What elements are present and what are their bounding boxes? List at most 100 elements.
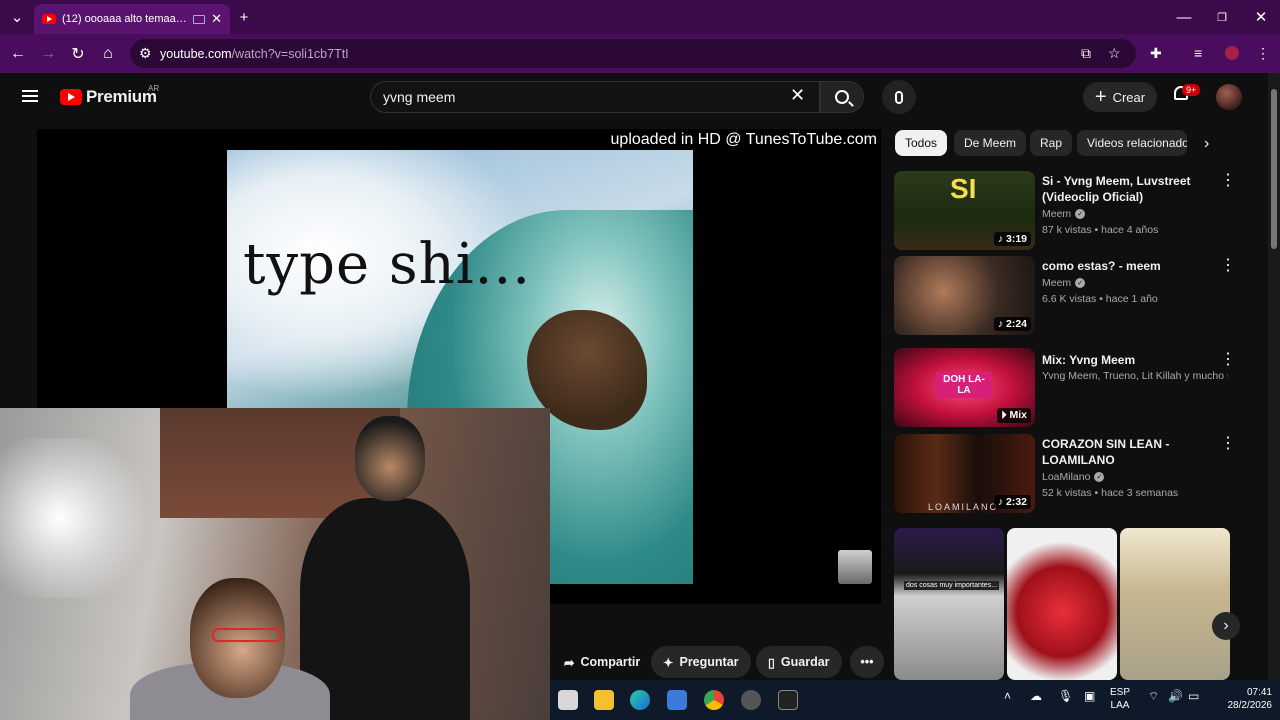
short-thumbnail[interactable]: [1120, 528, 1230, 680]
video-title[interactable]: como estas? - meem: [1042, 258, 1212, 274]
display-icon[interactable]: ▣: [1084, 690, 1095, 703]
site-info-icon[interactable]: ⚙: [139, 45, 152, 62]
chevron-right-icon: ›: [1223, 617, 1229, 634]
verified-icon: ✓: [1075, 209, 1086, 219]
create-button[interactable]: + Crear: [1083, 82, 1157, 112]
tab-close-icon[interactable]: ✕: [211, 11, 222, 27]
chips-next-icon[interactable]: ›: [1204, 135, 1209, 153]
video-title[interactable]: CORAZON SIN LEAN - LOAMILANO: [1042, 436, 1212, 468]
account-avatar[interactable]: [1216, 84, 1242, 110]
chrome-icon[interactable]: [704, 690, 724, 710]
chip-videos-relacionados[interactable]: Videos relacionado: [1077, 130, 1187, 156]
save-label: Guardar: [780, 655, 830, 669]
voice-search-button[interactable]: [882, 80, 916, 114]
more-options-icon[interactable]: ⋮: [1220, 173, 1236, 189]
scrollbar-thumb[interactable]: [1271, 89, 1277, 249]
video-title[interactable]: Mix: Yvng Meem: [1042, 352, 1212, 368]
channel-name[interactable]: Yvng Meem, Trueno, Lit Killah y mucho s.…: [1042, 370, 1228, 382]
video-thumbnail[interactable]: DOH LA-LA ⏵ Mix: [894, 348, 1035, 427]
maximize-button[interactable]: ❐: [1211, 6, 1233, 28]
channel-name[interactable]: Meem ✓: [1042, 277, 1086, 289]
file-icon[interactable]: [558, 690, 578, 710]
obs-icon[interactable]: [741, 690, 761, 710]
volume-icon[interactable]: 🔊: [1168, 690, 1183, 703]
edge-icon[interactable]: [630, 690, 650, 710]
extensions-icon[interactable]: ✚: [1150, 45, 1162, 62]
channel-name[interactable]: Meem ✓: [1042, 208, 1086, 220]
clock-date: 28/2/2026: [1227, 700, 1273, 711]
youtube-header: Premium AR yvng meem ✕ + Crear 9+: [0, 73, 1268, 123]
browser-tab[interactable]: (12) oooaaa alto temaa.mp ✕: [34, 4, 230, 34]
tray-overflow-icon[interactable]: ˄: [1004, 690, 1011, 703]
list-item[interactable]: LOAMILANO ♪ 2:32 CORAZON SIN LEAN - LOAM…: [894, 434, 1236, 514]
url-input[interactable]: youtube.com/watch?v=soli1cb7TtI: [130, 39, 1136, 68]
channel-watermark[interactable]: [838, 550, 872, 584]
duration-badge: ♪ 3:19: [993, 232, 1031, 246]
page-scrollbar[interactable]: [1268, 73, 1280, 680]
store-icon[interactable]: [667, 690, 687, 710]
share-icon: ➦: [564, 655, 575, 670]
folder-icon[interactable]: [594, 690, 614, 710]
chip-todos[interactable]: Todos: [895, 130, 948, 156]
chip-de-meem[interactable]: De Meem: [954, 130, 1027, 156]
more-options-icon[interactable]: ⋮: [1220, 436, 1236, 452]
video-title[interactable]: Si - Yvng Meem, Luvstreet (Videoclip Ofi…: [1042, 173, 1212, 205]
home-icon[interactable]: ⌂: [96, 42, 120, 66]
microphone-icon: [895, 90, 903, 104]
search-button[interactable]: [820, 81, 864, 113]
epic-games-icon[interactable]: [778, 690, 798, 710]
more-options-icon[interactable]: ⋮: [1220, 352, 1236, 368]
mic-tray-icon[interactable]: 🎙: [1058, 690, 1073, 703]
tab-search-button[interactable]: ⌄: [6, 6, 28, 28]
search-input[interactable]: yvng meem: [370, 81, 820, 113]
new-tab-button[interactable]: +: [233, 6, 255, 28]
browser-menu-icon[interactable]: ⋮: [1256, 45, 1270, 62]
short-thumbnail[interactable]: [1007, 528, 1117, 680]
menu-icon[interactable]: [22, 90, 38, 102]
verified-icon: ✓: [1075, 278, 1086, 288]
browser-tab-bar: ⌄ (12) oooaaa alto temaa.mp ✕ + — ❐ ✕: [0, 0, 1280, 34]
reload-button[interactable]: ↻: [66, 42, 90, 66]
onedrive-icon[interactable]: ☁: [1030, 690, 1042, 703]
back-button[interactable]: ←: [6, 42, 30, 66]
video-thumbnail[interactable]: ♪ 2:24: [894, 256, 1035, 335]
ask-button[interactable]: ✦ Preguntar: [651, 646, 751, 678]
profile-avatar[interactable]: [1225, 46, 1239, 60]
plus-icon: +: [1094, 86, 1107, 108]
minimize-button[interactable]: —: [1173, 6, 1195, 28]
share-button[interactable]: ➦ Compartir: [552, 646, 652, 678]
forward-button[interactable]: →: [36, 42, 60, 66]
video-thumbnail[interactable]: SI ♪ 3:19: [894, 171, 1035, 250]
battery-icon[interactable]: ▭: [1188, 690, 1199, 703]
clock[interactable]: 07:41 28/2/2026: [1222, 686, 1273, 712]
window-close-button[interactable]: ✕: [1250, 6, 1272, 28]
url-path: /watch?v=soli1cb7TtI: [231, 46, 349, 61]
channel-label: Yvng Meem, Trueno, Lit Killah y mucho s.…: [1042, 370, 1228, 382]
save-button[interactable]: ▯ Guardar: [756, 646, 842, 678]
more-actions-button[interactable]: •••: [850, 646, 884, 678]
install-app-icon[interactable]: ⧉: [1081, 45, 1091, 62]
list-item[interactable]: ♪ 2:24 como estas? - meem Meem ✓ 6.6 K vi…: [894, 256, 1236, 336]
language-indicator[interactable]: ESP LAA: [1110, 686, 1130, 712]
search-icon: [835, 90, 849, 104]
video-thumbnail[interactable]: LOAMILANO ♪ 2:32: [894, 434, 1035, 513]
list-item[interactable]: SI ♪ 3:19 Si - Yvng Meem, Luvstreet (Vid…: [894, 171, 1236, 251]
thumbnail-text: SI: [950, 173, 977, 204]
media-control-icon[interactable]: ≡: [1194, 45, 1202, 61]
bookmark-icon: ▯: [768, 655, 775, 670]
create-label: Crear: [1112, 89, 1146, 105]
youtube-play-icon: [60, 89, 82, 105]
bookmark-star-icon[interactable]: ☆: [1108, 45, 1121, 62]
video-meta: 87 k vistas • hace 4 años: [1042, 224, 1159, 236]
more-options-icon[interactable]: ⋮: [1220, 258, 1236, 274]
shorts-next-button[interactable]: ›: [1212, 612, 1240, 640]
youtube-logo[interactable]: Premium AR: [60, 84, 159, 107]
channel-name[interactable]: LoaMilano ✓: [1042, 471, 1105, 483]
chip-rap[interactable]: Rap: [1030, 130, 1073, 156]
wifi-icon[interactable]: ⌔: [1148, 690, 1159, 703]
short-thumbnail[interactable]: dos cosas muy importantes...: [894, 528, 1004, 680]
list-item[interactable]: DOH LA-LA ⏵ Mix Mix: Yvng Meem Yvng Meem…: [894, 348, 1236, 428]
webcam-light: [0, 438, 160, 598]
overlay-text: type shi...: [243, 232, 532, 297]
clear-search-icon[interactable]: ✕: [790, 85, 805, 106]
